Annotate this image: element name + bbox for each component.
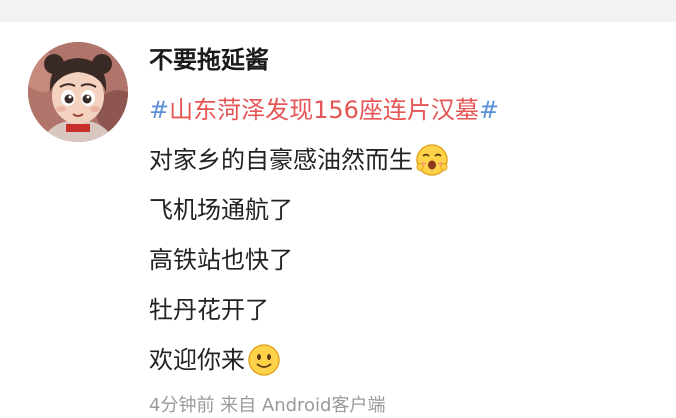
- username[interactable]: 不要拖延酱: [149, 42, 269, 78]
- smiling-face-emoji-icon: [248, 344, 280, 376]
- comment-line: 欢迎你来: [149, 342, 281, 378]
- hashtag-open-mark: #: [149, 96, 170, 124]
- comment-line: 高铁站也快了: [149, 242, 293, 278]
- user-avatar[interactable]: [28, 42, 128, 142]
- comment-card: 不要拖延酱 # 山东菏泽发现156座连片汉墓 # 对家乡的自豪感油然而生 飞机场通航…: [0, 22, 676, 416]
- top-divider-strip: [0, 0, 676, 22]
- hashtag-close-mark: #: [478, 96, 500, 124]
- comment-line-text: 高铁站也快了: [149, 246, 293, 274]
- post-meta: 4分钟前 来自 Android客户端: [149, 395, 386, 416]
- comment-line-text: 飞机场通航了: [149, 196, 293, 224]
- comment-line: 飞机场通航了: [149, 192, 293, 228]
- comment-line-text: 牡丹花开了: [149, 296, 269, 324]
- comment-line: 对家乡的自豪感油然而生: [149, 142, 449, 178]
- comment-line-text: 欢迎你来: [149, 346, 245, 374]
- hashtag-topic: 山东菏泽发现156座连片汉墓: [169, 96, 479, 124]
- hashtag-link[interactable]: # 山东菏泽发现156座连片汉墓 #: [149, 92, 499, 128]
- comment-line-text: 对家乡的自豪感油然而生: [149, 146, 413, 174]
- avatar-illustration: [28, 42, 128, 142]
- comment-line: 牡丹花开了: [149, 292, 269, 328]
- blushing-happy-face-emoji-icon: [416, 144, 448, 176]
